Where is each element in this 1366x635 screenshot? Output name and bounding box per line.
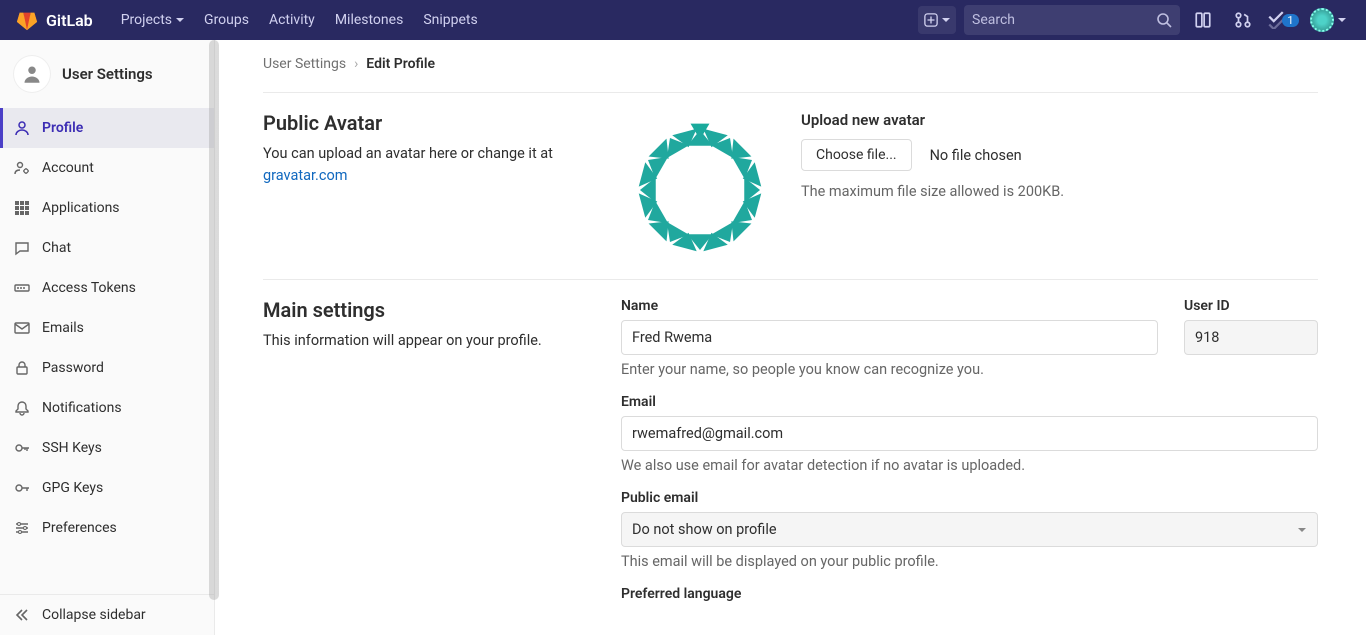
sidebar: User Settings Profile Account Applicatio… <box>0 40 215 635</box>
avatar-section: Public Avatar You can upload an avatar h… <box>263 111 1318 269</box>
sidebar-item-label: Profile <box>42 120 83 136</box>
no-file-text: No file chosen <box>930 147 1022 164</box>
scrollbar[interactable] <box>209 40 219 600</box>
chevron-down-icon <box>1338 18 1346 26</box>
userid-label: User ID <box>1184 298 1318 314</box>
main-settings-heading: Main settings <box>263 298 581 322</box>
chat-icon <box>14 240 30 256</box>
user-menu[interactable] <box>1306 6 1350 34</box>
profile-icon <box>14 120 30 136</box>
sidebar-item-label: Preferences <box>42 520 117 536</box>
chevron-right-icon: › <box>354 56 358 72</box>
sidebar-item-label: Password <box>42 360 104 376</box>
search-box[interactable] <box>964 5 1180 35</box>
sidebar-item-label: Applications <box>42 200 120 216</box>
search-input[interactable] <box>972 12 1156 28</box>
public-email-help: This email will be displayed on your pub… <box>621 553 1318 570</box>
todos-button[interactable]: 1 <box>1266 6 1300 34</box>
breadcrumb: User Settings › Edit Profile <box>263 56 1318 72</box>
avatar-desc-text: You can upload an avatar here or change … <box>263 145 553 162</box>
name-help: Enter your name, so people you know can … <box>621 361 1158 378</box>
grid-icon <box>14 200 30 216</box>
sidebar-item-access-tokens[interactable]: Access Tokens <box>0 268 214 308</box>
sidebar-item-label: Emails <box>42 320 84 336</box>
token-icon <box>14 280 30 296</box>
collapse-sidebar[interactable]: Collapse sidebar <box>0 594 214 635</box>
sidebar-item-label: Access Tokens <box>42 280 136 296</box>
sidebar-item-notifications[interactable]: Notifications <box>0 388 214 428</box>
sidebar-item-profile[interactable]: Profile <box>0 108 214 148</box>
sidebar-title: User Settings <box>62 65 153 83</box>
public-email-label: Public email <box>621 490 1318 506</box>
max-size-note: The maximum file size allowed is 200KB. <box>801 183 1064 200</box>
chevron-double-left-icon <box>14 607 30 623</box>
avatar-icon <box>1310 8 1334 32</box>
new-dropdown-button[interactable] <box>918 6 956 34</box>
collapse-label: Collapse sidebar <box>42 607 146 623</box>
name-input[interactable] <box>621 320 1158 355</box>
breadcrumb-current: Edit Profile <box>366 56 435 72</box>
avatar-heading: Public Avatar <box>263 111 581 135</box>
sidebar-item-emails[interactable]: Emails <box>0 308 214 348</box>
userid-input <box>1184 320 1318 355</box>
bell-icon <box>14 400 30 416</box>
breadcrumb-root[interactable]: User Settings <box>263 56 346 72</box>
pref-lang-label: Preferred language <box>621 586 1318 602</box>
sidebar-item-label: Account <box>42 160 94 176</box>
brand-text: GitLab <box>46 11 93 30</box>
nav-activity[interactable]: Activity <box>259 0 325 40</box>
top-navbar: GitLab Projects Groups Activity Mileston… <box>0 0 1366 40</box>
gitlab-logo-icon <box>16 9 38 31</box>
gravatar-link[interactable]: gravatar.com <box>263 167 347 184</box>
current-avatar <box>621 111 779 269</box>
sidebar-item-label: GPG Keys <box>42 480 103 496</box>
brand[interactable]: GitLab <box>16 9 93 31</box>
key-icon <box>14 480 30 496</box>
main-content: User Settings › Edit Profile Public Avat… <box>215 40 1366 635</box>
divider <box>263 279 1318 280</box>
sidebar-item-account[interactable]: Account <box>0 148 214 188</box>
main-settings-section: Main settings This information will appe… <box>263 298 1318 618</box>
sidebar-item-label: Notifications <box>42 400 122 416</box>
choose-file-button[interactable]: Choose file... <box>801 139 912 171</box>
upload-heading: Upload new avatar <box>801 111 1064 129</box>
main-settings-desc: This information will appear on your pro… <box>263 330 581 352</box>
sidebar-item-ssh-keys[interactable]: SSH Keys <box>0 428 214 468</box>
name-label: Name <box>621 298 1158 314</box>
todos-count: 1 <box>1282 14 1298 27</box>
lock-icon <box>14 360 30 376</box>
nav-snippets[interactable]: Snippets <box>413 0 487 40</box>
sidebar-item-applications[interactable]: Applications <box>0 188 214 228</box>
email-input[interactable] <box>621 416 1318 451</box>
key-icon <box>14 440 30 456</box>
sidebar-item-label: Chat <box>42 240 71 256</box>
issues-button[interactable] <box>1186 6 1220 34</box>
sidebar-item-password[interactable]: Password <box>0 348 214 388</box>
nav-groups[interactable]: Groups <box>194 0 259 40</box>
nav-projects[interactable]: Projects <box>111 0 194 40</box>
mail-icon <box>14 320 30 336</box>
user-icon <box>14 56 50 92</box>
email-help: We also use email for avatar detection i… <box>621 457 1318 474</box>
sidebar-item-gpg-keys[interactable]: GPG Keys <box>0 468 214 508</box>
sidebar-header: User Settings <box>0 40 214 108</box>
gear-user-icon <box>14 160 30 176</box>
sidebar-item-preferences[interactable]: Preferences <box>0 508 214 548</box>
sidebar-item-label: SSH Keys <box>42 440 102 456</box>
avatar-desc: You can upload an avatar here or change … <box>263 143 581 187</box>
nav-milestones[interactable]: Milestones <box>325 0 414 40</box>
public-email-select[interactable] <box>621 512 1318 547</box>
divider <box>263 92 1318 93</box>
merge-requests-button[interactable] <box>1226 6 1260 34</box>
search-icon <box>1156 12 1172 28</box>
email-label: Email <box>621 394 1318 410</box>
sliders-icon <box>14 520 30 536</box>
sidebar-item-chat[interactable]: Chat <box>0 228 214 268</box>
chevron-down-icon <box>942 18 950 26</box>
